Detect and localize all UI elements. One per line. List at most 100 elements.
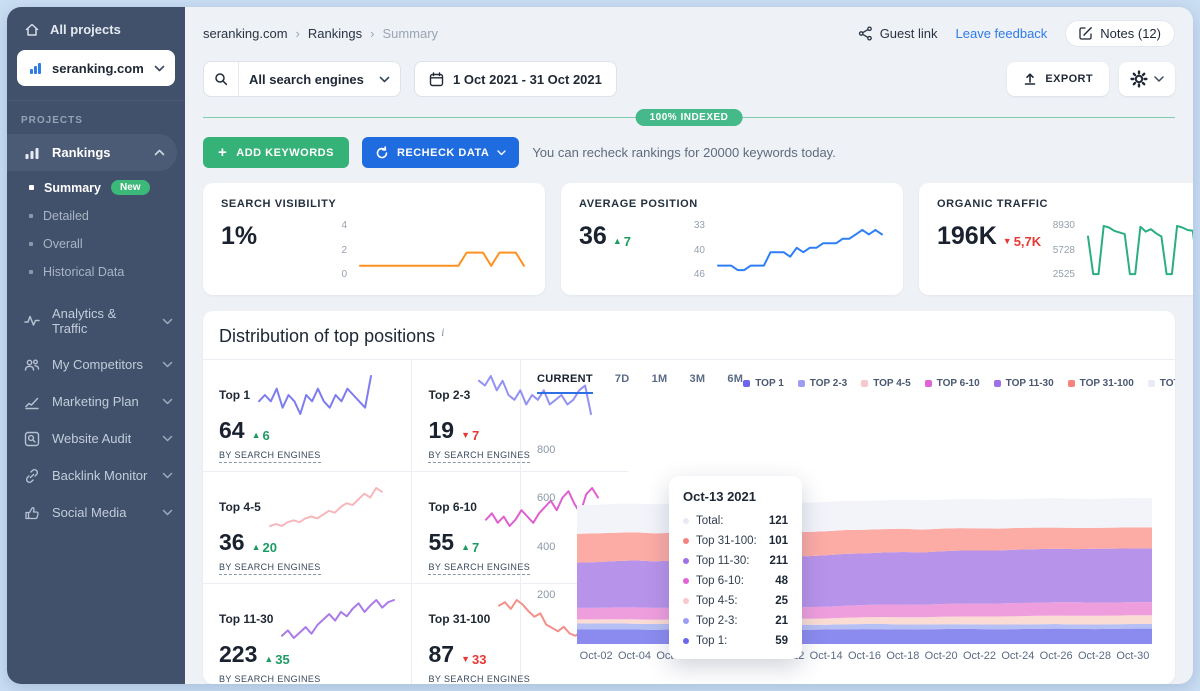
legend-swatch <box>798 380 805 387</box>
sidebar-item-marketing-plan[interactable]: Marketing Plan <box>7 383 185 420</box>
sidebar-item-social-media[interactable]: Social Media <box>7 494 185 531</box>
y-axis-label: 800 <box>537 444 571 456</box>
spark-y-axis: 893057282525 <box>1041 218 1075 282</box>
metric-value: 36 <box>579 222 607 251</box>
position-label: Top 6-10 <box>428 500 476 514</box>
average-position-card: AVERAGE POSITION 36 ▲7 334046 <box>561 183 903 295</box>
legend-item-top-4-5[interactable]: Top 4-5 <box>861 378 910 389</box>
y-axis-label: 400 <box>537 541 571 553</box>
sidebar-divider <box>7 100 185 101</box>
calendar-icon <box>429 72 444 87</box>
position-value: 223 <box>219 641 257 668</box>
tooltip-row: Top 31-100:101 <box>683 535 788 547</box>
breadcrumb-project[interactable]: seranking.com <box>203 26 288 41</box>
average-position-sparkline <box>715 218 885 282</box>
position-sparkline <box>279 597 397 641</box>
guest-link-button[interactable]: Guest link <box>858 26 938 41</box>
metric-value: 1% <box>221 222 257 251</box>
tab-1m[interactable]: 1M <box>652 373 668 394</box>
position-sparkline <box>267 485 385 529</box>
guest-link-label: Guest link <box>880 26 938 41</box>
sidebar-item-website-audit[interactable]: Website Audit <box>7 420 185 457</box>
tooltip-value: 25 <box>775 595 788 607</box>
tooltip-value: 48 <box>775 575 788 587</box>
position-delta: ▲ 7 <box>461 540 479 555</box>
position-card-top-11-30: Top 11-30223▲ 35BY SEARCH ENGINES <box>203 584 412 684</box>
sidebar-item-my-competitors[interactable]: My Competitors <box>7 346 185 383</box>
chevron-down-icon <box>154 65 165 72</box>
filter-bar: All search engines 1 Oct 2021 - 31 Oct 2… <box>203 61 1175 97</box>
submenu-item-historical-data[interactable]: Historical Data <box>7 258 185 286</box>
notes-pencil-icon <box>1079 26 1093 40</box>
submenu-item-summary[interactable]: Summary New <box>7 173 185 202</box>
plus-icon: + <box>218 145 227 160</box>
sidebar-all-projects[interactable]: All projects <box>7 7 185 48</box>
legend-item-top-11-30[interactable]: Top 11-30 <box>994 378 1054 389</box>
legend-item-top-1[interactable]: Top 1 <box>743 378 784 389</box>
legend-swatch <box>1148 380 1155 387</box>
by-search-engines-link[interactable]: BY SEARCH ENGINES <box>428 562 530 575</box>
bullet-icon <box>29 214 33 218</box>
leave-feedback-link[interactable]: Leave feedback <box>956 26 1048 41</box>
tab-6m[interactable]: 6M <box>727 373 743 394</box>
add-keywords-label: ADD KEYWORDS <box>236 147 334 159</box>
info-icon[interactable]: i <box>441 325 444 340</box>
search-engine-select[interactable]: All search engines <box>203 61 401 97</box>
tooltip-row: Top 6-10:48 <box>683 575 788 587</box>
search-visibility-card: SEARCH VISIBILITY 1% 420 <box>203 183 545 295</box>
tooltip-value: 121 <box>769 515 788 527</box>
notes-label: Notes (12) <box>1100 26 1161 41</box>
by-search-engines-link[interactable]: BY SEARCH ENGINES <box>219 450 321 463</box>
add-keywords-button[interactable]: + ADD KEYWORDS <box>203 137 349 168</box>
y-tick-label: 33 <box>671 220 705 231</box>
submenu-item-overall[interactable]: Overall <box>7 230 185 258</box>
tooltip-dot <box>683 618 689 624</box>
settings-button[interactable] <box>1119 62 1175 96</box>
sidebar-item-rankings[interactable]: Rankings <box>7 134 177 171</box>
x-axis-label: Oct-28 <box>1078 650 1111 662</box>
by-search-engines-link[interactable]: BY SEARCH ENGINES <box>428 450 530 463</box>
by-search-engines-link[interactable]: BY SEARCH ENGINES <box>219 562 321 575</box>
tab-7d[interactable]: 7D <box>615 373 630 394</box>
breadcrumb-summary: Summary <box>382 26 438 41</box>
tooltip-row: Top 1:59 <box>683 635 788 647</box>
tab-current[interactable]: CURRENT <box>537 373 593 394</box>
search-engine-value: All search engines <box>249 72 364 87</box>
x-axis-label: Oct-16 <box>848 650 881 662</box>
tooltip-label: Top 1: <box>696 635 727 647</box>
spark-y-axis: 420 <box>313 218 347 282</box>
chart-tooltip: Oct-13 2021 Total:121Top 31-100:101Top 1… <box>669 476 802 659</box>
position-delta: ▼ 7 <box>461 428 479 443</box>
submenu-item-detailed[interactable]: Detailed <box>7 202 185 230</box>
thumbs-up-icon <box>23 504 40 521</box>
legend-swatch <box>861 380 868 387</box>
export-button[interactable]: EXPORT <box>1007 62 1109 96</box>
notes-button[interactable]: Notes (12) <box>1065 20 1175 47</box>
sidebar-item-analytics-traffic[interactable]: Analytics & Traffic <box>7 296 185 346</box>
tab-3m[interactable]: 3M <box>689 373 705 394</box>
metric-title: ORGANIC TRAFFIC <box>937 198 1193 210</box>
rankings-label: Rankings <box>52 145 111 160</box>
legend-item-top-2-3[interactable]: Top 2-3 <box>798 378 847 389</box>
metric-delta: ▼5,7K <box>1003 234 1041 249</box>
position-delta: ▲ 20 <box>252 540 277 555</box>
recheck-data-button[interactable]: RECHECK DATA <box>362 137 519 168</box>
by-search-engines-link[interactable]: BY SEARCH ENGINES <box>428 674 530 684</box>
by-search-engines-link[interactable]: BY SEARCH ENGINES <box>219 674 321 684</box>
spark-y-axis: 334046 <box>671 218 705 282</box>
project-selector[interactable]: seranking.com <box>17 50 175 86</box>
position-value: 87 <box>428 641 454 668</box>
recheck-label: RECHECK DATA <box>397 147 489 159</box>
chevron-down-icon <box>162 318 173 325</box>
legend-item-total[interactable]: Total <box>1148 378 1175 389</box>
tooltip-dot <box>683 538 689 544</box>
position-delta: ▲ 6 <box>252 428 270 443</box>
submenu-label: Detailed <box>43 209 89 223</box>
sidebar-item-backlink-monitor[interactable]: Backlink Monitor <box>7 457 185 494</box>
tooltip-date: Oct-13 2021 <box>683 489 788 504</box>
legend-item-top-6-10[interactable]: Top 6-10 <box>925 378 980 389</box>
date-range-picker[interactable]: 1 Oct 2021 - 31 Oct 2021 <box>414 61 617 97</box>
indexed-badge: 100% INDEXED <box>636 109 743 126</box>
breadcrumb-rankings[interactable]: Rankings <box>308 26 362 41</box>
legend-item-top-31-100[interactable]: Top 31-100 <box>1068 378 1134 389</box>
